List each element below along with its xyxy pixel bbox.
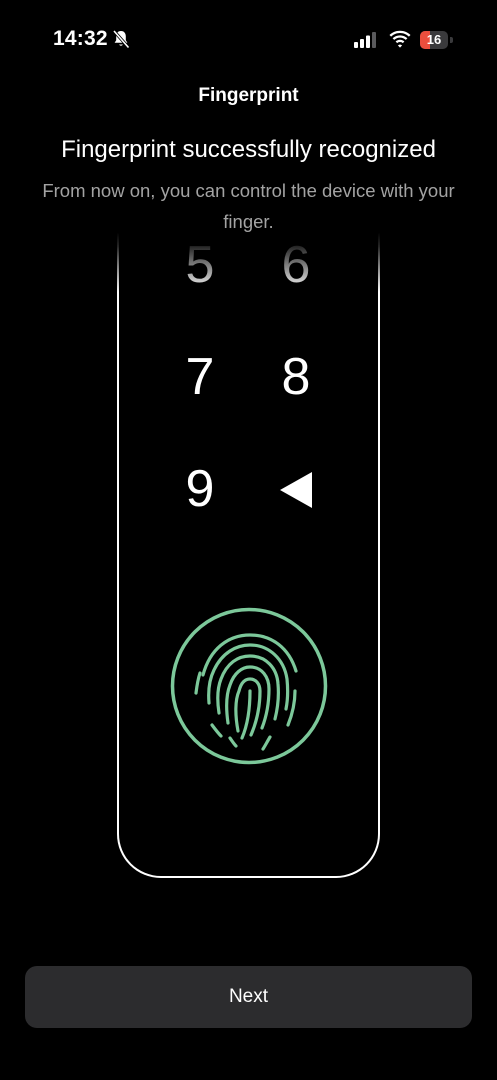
keypad-key-7: 7 [185, 348, 215, 406]
bell-slash-icon [112, 29, 130, 49]
battery-cap [450, 37, 453, 43]
keypad-key-9: 9 [185, 460, 215, 518]
keypad-key-8: 8 [281, 348, 311, 406]
page-title: Fingerprint [198, 85, 299, 106]
success-subtitle: From now on, you can control the device … [42, 180, 455, 232]
keypad-key-5: 5 [185, 236, 215, 294]
next-button[interactable]: Next [25, 966, 472, 1028]
cellular-signal-icon [354, 32, 376, 48]
wifi-icon [389, 30, 411, 48]
success-headline: Fingerprint successfully recognized [61, 136, 436, 163]
status-bar: 14:32 16 [0, 0, 497, 80]
battery-level: 16 [426, 32, 442, 47]
battery-body: 16 [420, 31, 448, 49]
battery-icon: 16 [420, 31, 453, 49]
status-time: 14:32 [53, 27, 108, 50]
fingerprint-icon [170, 607, 328, 765]
keypad-key-6: 6 [281, 236, 311, 294]
device-illustration [117, 225, 380, 878]
backspace-triangle-icon [280, 472, 312, 508]
